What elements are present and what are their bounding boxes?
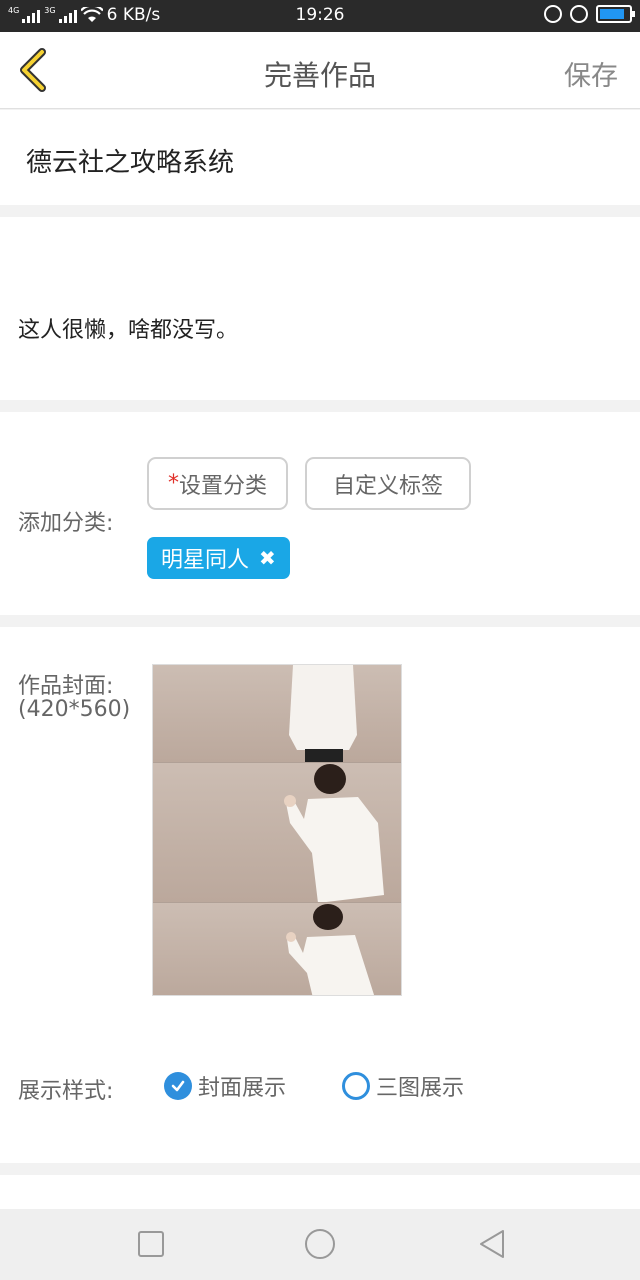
category-section: 添加分类: * 设置分类 自定义标签 明星同人 ✖ (0, 412, 640, 615)
category-label: 添加分类: (18, 511, 114, 536)
tag-label: 明星同人 (161, 548, 250, 573)
home-icon[interactable] (304, 1228, 336, 1260)
system-nav-bar (0, 1209, 640, 1280)
battery-icon (596, 5, 635, 23)
work-description-input[interactable]: 这人很懒，啥都没写。 (18, 312, 238, 344)
status-bar: 4G 3G 6 KB/s 19:26 (0, 0, 640, 32)
save-button[interactable]: 保存 (564, 54, 618, 93)
rotation-lock-icon (544, 5, 562, 23)
cover-photo-panel (153, 665, 401, 762)
cover-label: 作品封面: (18, 674, 114, 699)
cover-photo-panel (153, 762, 401, 902)
set-category-label: 设置分类 (178, 473, 267, 499)
page-title: 完善作品 (263, 59, 376, 92)
selected-tag-chip[interactable]: 明星同人 ✖ (147, 537, 290, 579)
cover-size-hint: (420*560) (18, 697, 131, 722)
radio-three-image-display[interactable]: 三图展示 (342, 1070, 464, 1102)
next-section (0, 1175, 640, 1209)
custom-tag-button[interactable]: 自定义标签 (305, 457, 471, 510)
radio-label: 三图展示 (376, 1076, 465, 1101)
work-title-input[interactable]: 德云社之攻略系统 (26, 142, 234, 179)
recent-apps-icon[interactable] (135, 1228, 167, 1260)
title-section: 德云社之攻略系统 (0, 110, 640, 205)
description-section: 这人很懒，啥都没写。 (0, 217, 640, 400)
app-header: 完善作品 保存 (0, 32, 640, 109)
set-category-button[interactable]: * 设置分类 (147, 457, 288, 510)
unchecked-circle-icon (342, 1072, 370, 1100)
radio-cover-display[interactable]: 封面展示 (164, 1070, 286, 1102)
display-style-label: 展示样式: (18, 1079, 114, 1104)
alarm-icon (570, 5, 588, 23)
checked-circle-icon (164, 1072, 192, 1100)
cover-section: 作品封面: (420*560) 展示样式: 封面展示 三图展示 (0, 627, 640, 1163)
back-nav-icon[interactable] (476, 1228, 508, 1260)
required-mark: * (167, 471, 179, 496)
cover-image[interactable] (152, 664, 402, 996)
cover-photo-panel (153, 902, 401, 995)
custom-tag-label: 自定义标签 (332, 473, 443, 499)
radio-label: 封面展示 (198, 1076, 287, 1101)
close-icon[interactable]: ✖ (259, 546, 276, 570)
